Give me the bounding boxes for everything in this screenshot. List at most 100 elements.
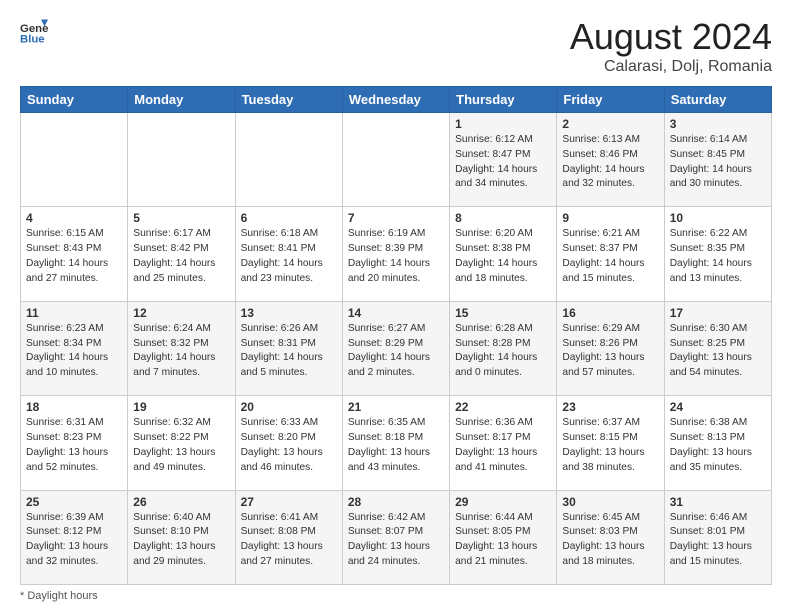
- day-info: Sunrise: 6:17 AM Sunset: 8:42 PM Dayligh…: [133, 227, 229, 286]
- table-row: 26Sunrise: 6:40 AM Sunset: 8:10 PM Dayli…: [128, 490, 235, 584]
- day-info: Sunrise: 6:29 AM Sunset: 8:26 PM Dayligh…: [562, 322, 658, 381]
- table-row: 27 Sunrise: 6:41 AM Sunset: 8:08 PM Dayli…: [235, 490, 342, 584]
- day-number: 2: [562, 117, 658, 131]
- table-row: 13 Sunrise: 6:26 AM Sunset: 8:31 PM Dayli…: [235, 301, 342, 395]
- day-info: Sunrise: 6:46 AM Sunset: 8:01 PM Dayligh…: [670, 511, 766, 570]
- table-row: 30 Sunrise: 6:45 AM Sunset: 8:03 PM Dayli…: [557, 490, 664, 584]
- logo-icon: General Blue: [20, 16, 48, 44]
- table-row: 25Sunrise: 6:39 AM Sunset: 8:12 PM Dayli…: [21, 490, 128, 584]
- footer-note-text: Daylight hours: [27, 590, 97, 602]
- day-number: 8: [455, 211, 551, 225]
- table-row: 15Sunrise: 6:28 AM Sunset: 8:28 PM Dayli…: [450, 301, 557, 395]
- title-block: August 2024 Calarasi, Dolj, Romania: [570, 16, 772, 76]
- day-number: 6: [241, 211, 337, 225]
- table-row: 2 Sunrise: 6:13 AM Sunset: 8:46 PM Daylig…: [557, 113, 664, 207]
- table-row: 18 Sunrise: 6:31 AM Sunset: 8:23 PM Dayli…: [21, 396, 128, 490]
- day-info: Sunrise: 6:41 AM Sunset: 8:08 PM Dayligh…: [241, 511, 337, 570]
- day-info: Sunrise: 6:12 AM Sunset: 8:47 PM Dayligh…: [455, 133, 551, 192]
- day-info: Sunrise: 6:24 AM Sunset: 8:32 PM Dayligh…: [133, 322, 229, 381]
- table-row: 23Sunrise: 6:37 AM Sunset: 8:15 PM Dayli…: [557, 396, 664, 490]
- calendar-row-2: 4 Sunrise: 6:15 AM Sunset: 8:43 PM Daylig…: [21, 207, 772, 301]
- day-number: 28: [348, 495, 444, 509]
- day-info: Sunrise: 6:21 AM Sunset: 8:37 PM Dayligh…: [562, 227, 658, 286]
- day-info: Sunrise: 6:42 AM Sunset: 8:07 PM Dayligh…: [348, 511, 444, 570]
- footer-note: * Daylight hours: [20, 590, 772, 602]
- day-number: 31: [670, 495, 766, 509]
- day-number: 27: [241, 495, 337, 509]
- table-row: 31 Sunrise: 6:46 AM Sunset: 8:01 PM Dayli…: [664, 490, 771, 584]
- day-info: Sunrise: 6:35 AM Sunset: 8:18 PM Dayligh…: [348, 416, 444, 475]
- day-number: 5: [133, 211, 229, 225]
- day-info: Sunrise: 6:26 AM Sunset: 8:31 PM Dayligh…: [241, 322, 337, 381]
- col-friday: Friday: [557, 87, 664, 113]
- calendar-row-3: 11 Sunrise: 6:23 AM Sunset: 8:34 PM Dayli…: [21, 301, 772, 395]
- day-number: 9: [562, 211, 658, 225]
- day-info: Sunrise: 6:20 AM Sunset: 8:38 PM Dayligh…: [455, 227, 551, 286]
- table-row: 9 Sunrise: 6:21 AM Sunset: 8:37 PM Daylig…: [557, 207, 664, 301]
- day-number: 20: [241, 400, 337, 414]
- day-info: Sunrise: 6:33 AM Sunset: 8:20 PM Dayligh…: [241, 416, 337, 475]
- col-thursday: Thursday: [450, 87, 557, 113]
- table-row: 11 Sunrise: 6:23 AM Sunset: 8:34 PM Dayli…: [21, 301, 128, 395]
- day-info: Sunrise: 6:19 AM Sunset: 8:39 PM Dayligh…: [348, 227, 444, 286]
- day-info: Sunrise: 6:15 AM Sunset: 8:43 PM Dayligh…: [26, 227, 122, 286]
- table-row: 5 Sunrise: 6:17 AM Sunset: 8:42 PM Daylig…: [128, 207, 235, 301]
- calendar-row-4: 18 Sunrise: 6:31 AM Sunset: 8:23 PM Dayli…: [21, 396, 772, 490]
- day-number: 14: [348, 306, 444, 320]
- day-number: 29: [455, 495, 551, 509]
- table-row: 21Sunrise: 6:35 AM Sunset: 8:18 PM Dayli…: [342, 396, 449, 490]
- header-row: Sunday Monday Tuesday Wednesday Thursday…: [21, 87, 772, 113]
- calendar-row-5: 25Sunrise: 6:39 AM Sunset: 8:12 PM Dayli…: [21, 490, 772, 584]
- table-row: [342, 113, 449, 207]
- day-number: 16: [562, 306, 658, 320]
- table-row: 20 Sunrise: 6:33 AM Sunset: 8:20 PM Dayli…: [235, 396, 342, 490]
- col-wednesday: Wednesday: [342, 87, 449, 113]
- day-info: Sunrise: 6:22 AM Sunset: 8:35 PM Dayligh…: [670, 227, 766, 286]
- table-row: 12 Sunrise: 6:24 AM Sunset: 8:32 PM Dayli…: [128, 301, 235, 395]
- table-row: 22Sunrise: 6:36 AM Sunset: 8:17 PM Dayli…: [450, 396, 557, 490]
- day-info: Sunrise: 6:36 AM Sunset: 8:17 PM Dayligh…: [455, 416, 551, 475]
- table-row: 1 Sunrise: 6:12 AM Sunset: 8:47 PM Daylig…: [450, 113, 557, 207]
- table-row: 28 Sunrise: 6:42 AM Sunset: 8:07 PM Dayli…: [342, 490, 449, 584]
- day-number: 12: [133, 306, 229, 320]
- day-number: 1: [455, 117, 551, 131]
- col-tuesday: Tuesday: [235, 87, 342, 113]
- day-info: Sunrise: 6:31 AM Sunset: 8:23 PM Dayligh…: [26, 416, 122, 475]
- table-row: [21, 113, 128, 207]
- table-row: [128, 113, 235, 207]
- day-info: Sunrise: 6:37 AM Sunset: 8:15 PM Dayligh…: [562, 416, 658, 475]
- table-row: 17Sunrise: 6:30 AM Sunset: 8:25 PM Dayli…: [664, 301, 771, 395]
- month-year: August 2024: [570, 16, 772, 58]
- day-number: 13: [241, 306, 337, 320]
- table-row: [235, 113, 342, 207]
- table-row: 7Sunrise: 6:19 AM Sunset: 8:39 PM Daylig…: [342, 207, 449, 301]
- day-info: Sunrise: 6:13 AM Sunset: 8:46 PM Dayligh…: [562, 133, 658, 192]
- col-sunday: Sunday: [21, 87, 128, 113]
- day-number: 4: [26, 211, 122, 225]
- page-header: General Blue August 2024 Calarasi, Dolj,…: [20, 16, 772, 76]
- day-number: 17: [670, 306, 766, 320]
- svg-text:Blue: Blue: [20, 33, 45, 44]
- calendar-table: Sunday Monday Tuesday Wednesday Thursday…: [20, 86, 772, 585]
- day-number: 25: [26, 495, 122, 509]
- day-info: Sunrise: 6:18 AM Sunset: 8:41 PM Dayligh…: [241, 227, 337, 286]
- col-monday: Monday: [128, 87, 235, 113]
- day-number: 11: [26, 306, 122, 320]
- day-number: 3: [670, 117, 766, 131]
- day-info: Sunrise: 6:14 AM Sunset: 8:45 PM Dayligh…: [670, 133, 766, 192]
- day-number: 15: [455, 306, 551, 320]
- day-info: Sunrise: 6:45 AM Sunset: 8:03 PM Dayligh…: [562, 511, 658, 570]
- table-row: 8 Sunrise: 6:20 AM Sunset: 8:38 PM Daylig…: [450, 207, 557, 301]
- day-number: 30: [562, 495, 658, 509]
- calendar-row-1: 1 Sunrise: 6:12 AM Sunset: 8:47 PM Daylig…: [21, 113, 772, 207]
- day-info: Sunrise: 6:27 AM Sunset: 8:29 PM Dayligh…: [348, 322, 444, 381]
- day-info: Sunrise: 6:38 AM Sunset: 8:13 PM Dayligh…: [670, 416, 766, 475]
- day-number: 18: [26, 400, 122, 414]
- day-info: Sunrise: 6:40 AM Sunset: 8:10 PM Dayligh…: [133, 511, 229, 570]
- logo: General Blue: [20, 16, 48, 44]
- table-row: 19Sunrise: 6:32 AM Sunset: 8:22 PM Dayli…: [128, 396, 235, 490]
- day-number: 10: [670, 211, 766, 225]
- day-info: Sunrise: 6:23 AM Sunset: 8:34 PM Dayligh…: [26, 322, 122, 381]
- col-saturday: Saturday: [664, 87, 771, 113]
- table-row: 4 Sunrise: 6:15 AM Sunset: 8:43 PM Daylig…: [21, 207, 128, 301]
